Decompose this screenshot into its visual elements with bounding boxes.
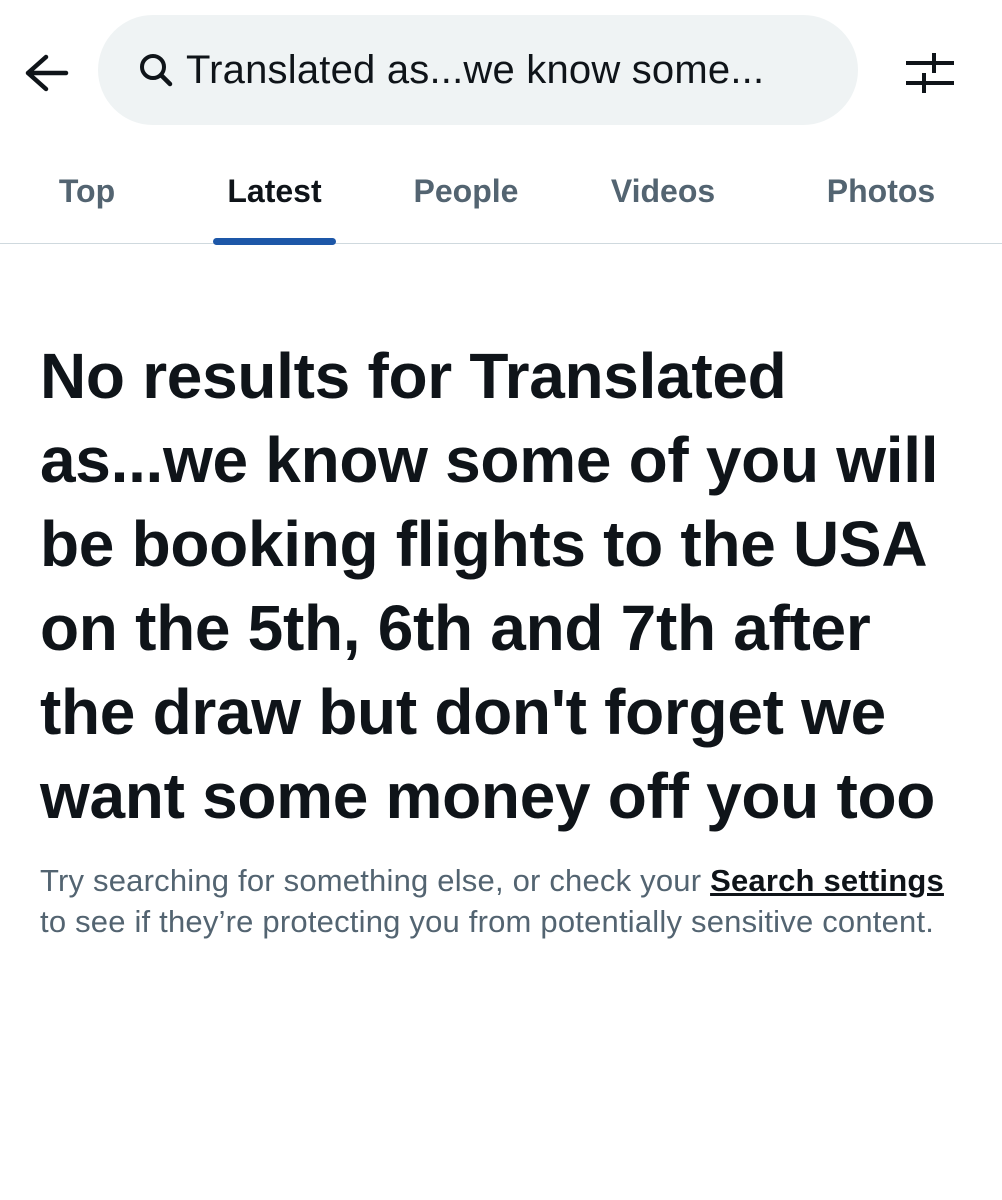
description-text: Try searching for something else, or che…: [40, 863, 711, 898]
search-settings-link[interactable]: Search settings: [710, 863, 944, 898]
description-text: to see if they’re protecting you from po…: [40, 904, 935, 939]
search-filter-button[interactable]: [902, 48, 958, 98]
search-input[interactable]: Translated as...we know some...: [98, 15, 858, 125]
tab-label: Videos: [610, 173, 716, 209]
arrow-left-icon: [25, 54, 69, 92]
tab-people[interactable]: People: [395, 140, 537, 243]
active-tab-indicator: [213, 238, 336, 245]
no-results-description: Try searching for something else, or che…: [40, 860, 960, 942]
tab-latest[interactable]: Latest: [213, 140, 336, 245]
no-results-title: No results for Translated as...we know s…: [40, 340, 939, 832]
tab-label: People: [413, 173, 519, 209]
tab-videos[interactable]: Videos: [593, 140, 733, 243]
back-button[interactable]: [18, 48, 74, 98]
search-icon: [136, 50, 176, 90]
search-header: Translated as...we know some...: [0, 0, 1002, 140]
tab-photos[interactable]: Photos: [810, 140, 952, 243]
sliders-icon: [906, 53, 954, 93]
search-tabs: Top Latest People Videos Photos: [0, 140, 1002, 245]
tab-label: Photos: [826, 173, 936, 209]
search-query[interactable]: Translated as...we know some...: [186, 48, 764, 93]
empty-state: No results for Translated as...we know s…: [40, 334, 960, 942]
tab-label: Latest: [227, 173, 322, 209]
tab-top[interactable]: Top: [22, 140, 152, 243]
tab-label: Top: [58, 173, 116, 209]
